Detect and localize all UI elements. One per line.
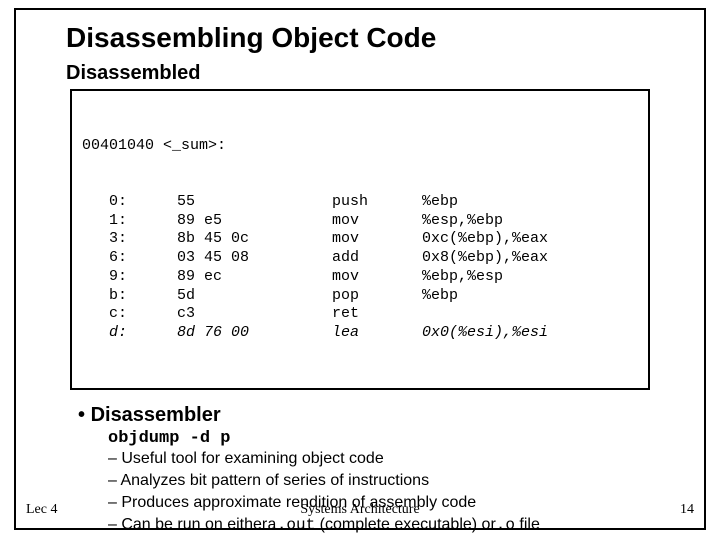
header-rest: <_sum>:	[154, 137, 226, 156]
code-hex: c3	[177, 305, 332, 324]
code-mnemonic: pop	[332, 287, 422, 306]
code-offset: 1:	[82, 212, 177, 231]
code-operands: %ebp,%esp	[422, 268, 638, 287]
code-operands	[422, 305, 638, 324]
header-addr: 00401040	[82, 137, 154, 156]
slide-title: Disassembling Object Code	[16, 10, 704, 62]
code-mnemonic: lea	[332, 324, 422, 343]
code-row: b:5dpop%ebp	[82, 287, 638, 306]
objdump-command: objdump -d p	[78, 429, 704, 448]
code-header: 00401040 <_sum>:	[82, 137, 638, 156]
code-mnemonic: mov	[332, 230, 422, 249]
code-offset: 0:	[82, 193, 177, 212]
code-row: 3:8b 45 0cmov0xc(%ebp),%eax	[82, 230, 638, 249]
code-offset: 9:	[82, 268, 177, 287]
footer-center: Systems Architecture	[0, 502, 720, 518]
code-offset: 6:	[82, 249, 177, 268]
code-row: c:c3ret	[82, 305, 638, 324]
code-row: 0:55push%ebp	[82, 193, 638, 212]
footer-left: Lec 4	[26, 502, 57, 518]
bullet-main: Disassembler	[78, 404, 704, 429]
code-hex: 55	[177, 193, 332, 212]
code-mnemonic: mov	[332, 212, 422, 231]
code-row: 6:03 45 08add0x8(%ebp),%eax	[82, 249, 638, 268]
code-hex: 8d 76 00	[177, 324, 332, 343]
code-hex: 5d	[177, 287, 332, 306]
code-hex: 89 ec	[177, 268, 332, 287]
footer-right: 14	[680, 502, 694, 518]
code-operands: %ebp	[422, 193, 638, 212]
code-offset: 3:	[82, 230, 177, 249]
code-mnemonic: add	[332, 249, 422, 268]
section-subtitle: Disassembled	[16, 62, 704, 89]
code-mnemonic: push	[332, 193, 422, 212]
bullet-item: Analyzes bit pattern of series of instru…	[78, 470, 704, 492]
bullet-item: Useful tool for examining object code	[78, 448, 704, 470]
code-mnemonic: ret	[332, 305, 422, 324]
code-operands: 0x0(%esi),%esi	[422, 324, 638, 343]
code-offset: b:	[82, 287, 177, 306]
code-operands: %esp,%ebp	[422, 212, 638, 231]
slide-footer: Lec 4 Systems Architecture 14	[0, 502, 720, 522]
code-hex: 03 45 08	[177, 249, 332, 268]
code-hex: 8b 45 0c	[177, 230, 332, 249]
code-operands: 0x8(%ebp),%eax	[422, 249, 638, 268]
code-operands: 0xc(%ebp),%eax	[422, 230, 638, 249]
code-row: 9:89 ecmov%ebp,%esp	[82, 268, 638, 287]
code-operands: %ebp	[422, 287, 638, 306]
code-row: 1:89 e5mov%esp,%ebp	[82, 212, 638, 231]
code-hex: 89 e5	[177, 212, 332, 231]
code-row: d:8d 76 00lea0x0(%esi),%esi	[82, 324, 638, 343]
code-offset: c:	[82, 305, 177, 324]
code-mnemonic: mov	[332, 268, 422, 287]
disassembly-code-box: 00401040 <_sum>: 0:55push%ebp 1:89 e5mov…	[70, 89, 650, 390]
code-offset: d:	[82, 324, 177, 343]
slide-frame: Disassembling Object Code Disassembled 0…	[14, 8, 706, 530]
